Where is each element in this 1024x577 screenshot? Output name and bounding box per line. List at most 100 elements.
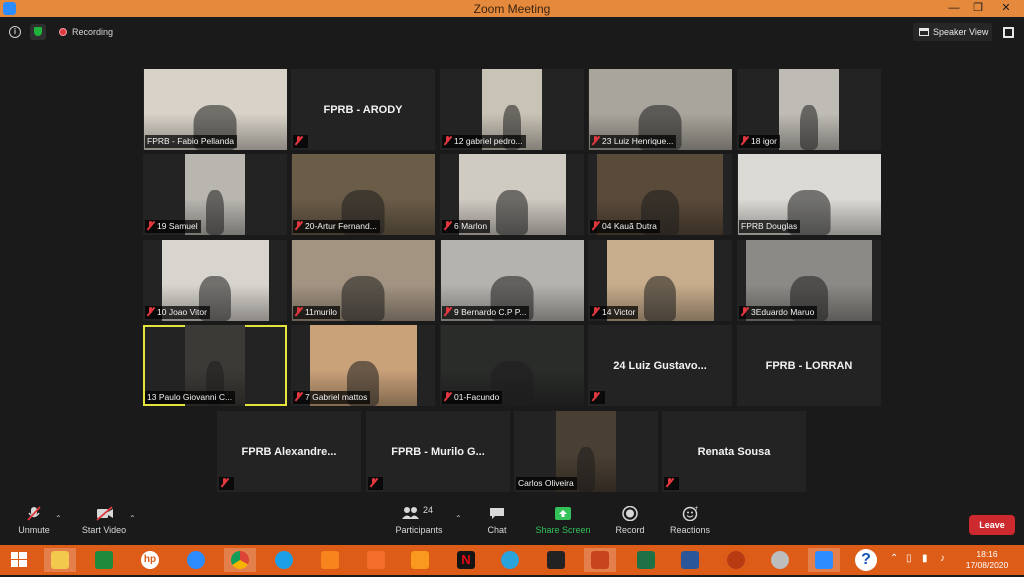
meeting-toolbar: Unmute ⌃ Start Video ⌃ 24 Participants ⌃… xyxy=(0,500,1024,545)
participant-name: 14 Victor xyxy=(602,307,636,317)
gallery-grid: FPRB - Fabio Pellanda FPRB - ARODY 12 gabr… xyxy=(0,0,1024,500)
windows-start-icon[interactable] xyxy=(3,548,35,572)
participant-tile[interactable]: 10 Joao Vitor xyxy=(143,240,287,321)
participant-name: FPRB Douglas xyxy=(741,221,798,231)
participant-tile[interactable]: 01-Facundo xyxy=(440,325,584,406)
record-icon xyxy=(622,505,638,522)
participant-tile[interactable]: FPRB - LORRAN xyxy=(737,325,881,406)
record-label: Record xyxy=(615,525,645,535)
file-explorer-icon[interactable] xyxy=(44,548,76,572)
participant-name: 6 Marlon xyxy=(454,221,488,231)
participant-tile[interactable]: 6 Marlon xyxy=(440,154,584,235)
share-screen-label: Share Screen xyxy=(535,525,591,535)
participants-label: Participants xyxy=(395,525,443,535)
participant-name: 3Eduardo Maruo xyxy=(751,307,815,317)
participant-name: 24 Luiz Gustavo... xyxy=(613,359,707,372)
participant-tile[interactable]: FPRB - Murilo G... xyxy=(366,411,510,492)
globe-app-icon[interactable] xyxy=(764,548,796,572)
person-silhouette xyxy=(800,105,818,150)
muted-mic-icon xyxy=(444,221,451,230)
chat-button[interactable]: Chat xyxy=(480,506,514,535)
audio-app-icon[interactable] xyxy=(540,548,572,572)
participant-name-label: 01-Facundo xyxy=(442,391,503,404)
telegram-icon[interactable] xyxy=(494,548,526,572)
participants-chevron-icon[interactable]: ⌃ xyxy=(455,514,462,523)
battery-icon[interactable]: ▮ xyxy=(922,553,928,564)
participant-tile[interactable]: 3Eduardo Maruo xyxy=(737,240,881,321)
help-icon[interactable]: ? xyxy=(855,549,877,571)
volume-icon[interactable]: ♪ xyxy=(940,553,945,564)
participant-tile[interactable]: FPRB Alexandre... xyxy=(217,411,361,492)
participant-tile[interactable]: Carlos Oliveira xyxy=(514,411,658,492)
participants-icon: 24 xyxy=(401,505,437,521)
participant-tile[interactable]: 9 Bernardo C.P P... xyxy=(440,240,584,321)
participant-tile[interactable]: 04 Kauã Dutra xyxy=(588,154,732,235)
windows-taskbar: hp N ? ⌃ ▯ ▮ ♪ xyxy=(0,545,1024,575)
tray-expand-icon[interactable]: ⌃ xyxy=(890,553,898,564)
muted-indicator xyxy=(293,135,308,148)
taskbar-clock[interactable]: 18:16 17/08/2020 xyxy=(962,549,1012,571)
share-screen-icon xyxy=(555,506,571,521)
excel-icon[interactable] xyxy=(630,548,662,572)
camera-app-icon[interactable] xyxy=(404,548,436,572)
participant-tile[interactable]: 18 igor xyxy=(737,69,881,150)
participant-tile[interactable]: 19 Samuel xyxy=(143,154,287,235)
participant-name: FPRB - LORRAN xyxy=(765,359,853,372)
participant-name: 04 Kauã Dutra xyxy=(602,221,657,231)
participant-tile[interactable]: 12 gabriel pedro... xyxy=(440,69,584,150)
netflix-icon[interactable]: N xyxy=(450,548,482,572)
participants-count: 24 xyxy=(423,505,434,515)
participant-name-label: 9 Bernardo C.P P... xyxy=(442,306,530,319)
participant-name: Carlos Oliveira xyxy=(518,478,574,488)
participant-name: 01-Facundo xyxy=(454,392,500,402)
unmute-button[interactable]: Unmute xyxy=(14,506,54,535)
participant-name-label: 13 Paulo Giovanni C... xyxy=(145,391,236,404)
person-silhouette xyxy=(341,276,385,321)
microsoft-store-icon[interactable] xyxy=(88,548,120,572)
muted-indicator xyxy=(368,477,383,490)
chrome-icon[interactable] xyxy=(224,548,256,572)
hp-icon[interactable]: hp xyxy=(134,548,166,572)
avast-icon[interactable] xyxy=(314,548,346,572)
participant-tile[interactable]: FPRB - Fabio Pellanda xyxy=(143,69,287,150)
participant-tile[interactable]: Renata Sousa xyxy=(662,411,806,492)
basketball-app-icon[interactable] xyxy=(720,548,752,572)
record-button[interactable]: Record xyxy=(612,505,648,535)
start-video-button[interactable]: Start Video xyxy=(78,506,130,535)
person-silhouette xyxy=(495,190,529,235)
powerpoint-icon[interactable] xyxy=(584,548,616,572)
participant-tile[interactable]: 7 Gabriel mattos xyxy=(291,325,435,406)
video-options-chevron-icon[interactable]: ⌃ xyxy=(129,514,136,523)
clock-time: 18:16 xyxy=(976,549,998,559)
participant-tile[interactable]: FPRB Douglas xyxy=(737,154,881,235)
participant-name: 23 Luiz Henrique... xyxy=(602,136,674,146)
internet-explorer-icon[interactable] xyxy=(180,548,212,572)
participant-tile[interactable]: 20-Artur Fernand... xyxy=(291,154,435,235)
muted-mic-icon xyxy=(221,478,228,487)
chat-label: Chat xyxy=(487,525,507,535)
word-icon[interactable] xyxy=(674,548,706,572)
edge-icon[interactable] xyxy=(268,548,300,572)
participant-tile[interactable]: 24 Luiz Gustavo... xyxy=(588,325,732,406)
participant-name-label: 14 Victor xyxy=(590,306,639,319)
leave-meeting-button[interactable]: Leave xyxy=(969,515,1015,535)
start-video-label: Start Video xyxy=(81,525,127,535)
participant-tile[interactable]: 23 Luiz Henrique... xyxy=(588,69,732,150)
clock-date: 17/08/2020 xyxy=(965,560,1009,570)
rocket-app-icon[interactable] xyxy=(360,548,392,572)
participant-name: 10 Joao Vitor xyxy=(157,307,207,317)
participant-tile[interactable]: 11murilo xyxy=(291,240,435,321)
participants-button[interactable]: 24 Participants xyxy=(394,505,444,535)
zoom-taskbar-icon[interactable] xyxy=(808,548,840,572)
network-icon[interactable]: ▯ xyxy=(906,553,912,564)
reactions-label: Reactions xyxy=(669,525,711,535)
share-screen-button[interactable]: Share Screen xyxy=(535,506,591,535)
participant-name: 9 Bernardo C.P P... xyxy=(454,307,527,317)
reactions-button[interactable]: + Reactions xyxy=(668,505,712,535)
participant-tile[interactable]: FPRB - ARODY xyxy=(291,69,435,150)
participant-tile[interactable]: 14 Victor xyxy=(588,240,732,321)
participant-tile[interactable]: 13 Paulo Giovanni C... xyxy=(143,325,287,406)
participant-name: 18 igor xyxy=(751,136,777,146)
person-silhouette xyxy=(643,276,677,321)
audio-options-chevron-icon[interactable]: ⌃ xyxy=(55,514,62,523)
